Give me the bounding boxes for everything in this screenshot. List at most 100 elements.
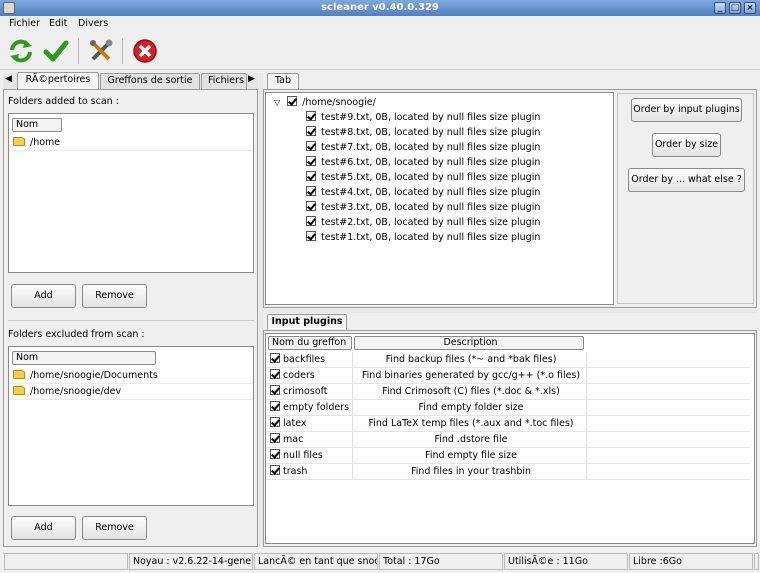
folder-icon <box>13 386 25 395</box>
status-cell <box>4 553 128 570</box>
checkbox[interactable] <box>306 141 316 151</box>
tree-item[interactable]: test#9.txt, 0B, located by null files si… <box>306 110 540 125</box>
app-icon <box>3 2 15 14</box>
status-cell <box>754 553 759 570</box>
checkbox[interactable] <box>306 171 316 181</box>
excluded-column-header[interactable]: Nom <box>12 351 156 365</box>
column-header-description[interactable]: Description <box>354 336 584 350</box>
table-row[interactable]: crimosoft Find Crimosoft (C) files (*.doc… <box>266 384 750 400</box>
tab-input-plugins[interactable]: Input plugins <box>267 314 347 331</box>
plugin-name: coders <box>283 370 315 381</box>
list-item[interactable]: /home <box>9 135 253 151</box>
table-row[interactable]: coders Find binaries generated by gcc/g++… <box>266 368 750 384</box>
tab-greffons-sortie[interactable]: Greffons de sortie <box>100 73 200 89</box>
checkbox[interactable] <box>306 231 316 241</box>
order-panel <box>617 93 754 304</box>
plugin-rows: backfiles Find backup files (*~ and *bak … <box>266 352 750 542</box>
tab-repertoires[interactable]: RÃ©pertoires <box>17 72 99 89</box>
order-by-size-button[interactable]: Order by size <box>652 133 721 157</box>
settings-button[interactable] <box>86 36 116 66</box>
plugin-description: Find empty file size <box>425 450 517 461</box>
table-row[interactable]: latex Find LaTeX temp files (*.aux and *.… <box>266 416 750 432</box>
section-divider <box>8 320 254 321</box>
checkbox[interactable] <box>270 433 280 443</box>
tree-item[interactable]: test#8.txt, 0B, located by null files si… <box>306 125 540 140</box>
tab-results[interactable]: Tab <box>267 73 299 90</box>
list-item[interactable]: /home/snoogie/Documents <box>9 368 253 384</box>
status-total: Total : 17Go <box>379 553 503 570</box>
checkbox[interactable] <box>306 126 316 136</box>
add-excluded-button[interactable]: Add <box>11 516 76 540</box>
tab-fichiers[interactable]: Fichiers <box>201 73 247 89</box>
menu-edit[interactable]: Edit <box>49 18 67 29</box>
checkbox[interactable] <box>270 449 280 459</box>
tree-item[interactable]: test#4.txt, 0B, located by null files si… <box>306 185 540 200</box>
tree-root[interactable]: ▽/home/snoogie/ <box>274 95 376 110</box>
included-column-header[interactable]: Nom <box>12 118 62 132</box>
checkbox[interactable] <box>306 216 316 226</box>
tree-item[interactable]: test#2.txt, 0B, located by null files si… <box>306 215 540 230</box>
validate-button[interactable] <box>41 36 71 66</box>
remove-excluded-button[interactable]: Remove <box>82 516 147 540</box>
checkbox[interactable] <box>270 353 280 363</box>
close-icon[interactable]: × <box>744 2 756 14</box>
tools-icon <box>90 39 113 61</box>
included-label: Folders added to scan : <box>8 96 119 107</box>
tree-item[interactable]: test#7.txt, 0B, located by null files si… <box>306 140 540 155</box>
tree-item[interactable]: test#5.txt, 0B, located by null files si… <box>306 170 540 185</box>
plugin-description: Find binaries generated by gcc/g++ (*.o … <box>361 370 581 381</box>
plugin-name: crimosoft <box>283 386 328 397</box>
column-header-name[interactable]: Nom du greffon <box>268 336 352 350</box>
plugin-description: Find .dstore file <box>434 434 508 445</box>
order-by-other-button[interactable]: Order by ... what else ? <box>628 168 745 192</box>
stop-button[interactable] <box>130 36 160 66</box>
table-row[interactable]: trash Find files in your trashbin <box>266 464 750 480</box>
menu-divers[interactable]: Divers <box>78 18 108 29</box>
included-folders-list: Nom /home <box>8 113 254 273</box>
order-by-plugins-button[interactable]: Order by input plugins <box>631 98 742 122</box>
maximize-icon[interactable]: □ <box>729 2 741 14</box>
tree-item[interactable]: test#3.txt, 0B, located by null files si… <box>306 200 540 215</box>
expand-icon[interactable]: ▽ <box>274 98 280 107</box>
plugin-name: null files <box>283 450 323 461</box>
plugin-description: Find Crimosoft (C) files (*.doc & *.xls) <box>382 386 560 397</box>
checkbox[interactable] <box>270 417 280 427</box>
checkbox[interactable] <box>270 401 280 411</box>
tree-item[interactable]: test#1.txt, 0B, located by null files si… <box>306 230 540 245</box>
minimize-icon[interactable]: _ <box>714 2 726 14</box>
title-bar: scleaner v0.40.0.329 _ □ × <box>0 0 760 16</box>
checkbox[interactable] <box>306 186 316 196</box>
status-free: Libre :6Go <box>629 553 753 570</box>
list-item[interactable]: /home/snoogie/dev <box>9 384 253 400</box>
folder-icon <box>13 370 25 379</box>
add-included-button[interactable]: Add <box>11 284 76 308</box>
tab-scroll-right-icon[interactable]: ▶ <box>248 74 255 84</box>
checkbox[interactable] <box>270 369 280 379</box>
checkbox[interactable] <box>306 111 316 121</box>
checkbox[interactable] <box>270 385 280 395</box>
checkbox[interactable] <box>287 96 298 106</box>
table-row[interactable]: empty folders Find empty folder size <box>266 400 750 416</box>
plugin-description: Find backup files (*~ and *bak files) <box>385 354 557 365</box>
window-title: scleaner v0.40.0.329 <box>321 2 439 13</box>
refresh-button[interactable] <box>6 36 36 66</box>
tab-scroll-left-icon[interactable]: ◀ <box>5 74 12 84</box>
plugin-name: latex <box>283 418 307 429</box>
status-kernel: Noyau : v2.6.22-14-generic <box>129 553 253 570</box>
checkbox[interactable] <box>306 156 316 166</box>
status-user: LancÃ© en tant que snoogie <box>254 553 378 570</box>
menu-fichier[interactable]: Fichier <box>9 18 40 29</box>
checkbox[interactable] <box>306 201 316 211</box>
table-row[interactable]: backfiles Find backup files (*~ and *bak … <box>266 352 750 368</box>
status-used: UtilisÃ©e : 11Go <box>504 553 628 570</box>
checkbox[interactable] <box>270 465 280 475</box>
tree-item[interactable]: test#6.txt, 0B, located by null files si… <box>306 155 540 170</box>
excluded-folders-list: Nom /home/snoogie/Documents /home/snoogi… <box>8 346 254 506</box>
horizontal-splitter[interactable] <box>263 309 757 313</box>
table-row[interactable]: mac Find .dstore file <box>266 432 750 448</box>
plugins-table: Nom du greffon Description backfiles Find… <box>265 333 755 544</box>
plugin-description: Find LaTeX temp files (*.aux and *.toc f… <box>368 418 574 429</box>
remove-included-button[interactable]: Remove <box>82 284 147 308</box>
table-row[interactable]: null files Find empty file size <box>266 448 750 464</box>
menu-bar: Fichier Edit Divers <box>0 16 760 32</box>
